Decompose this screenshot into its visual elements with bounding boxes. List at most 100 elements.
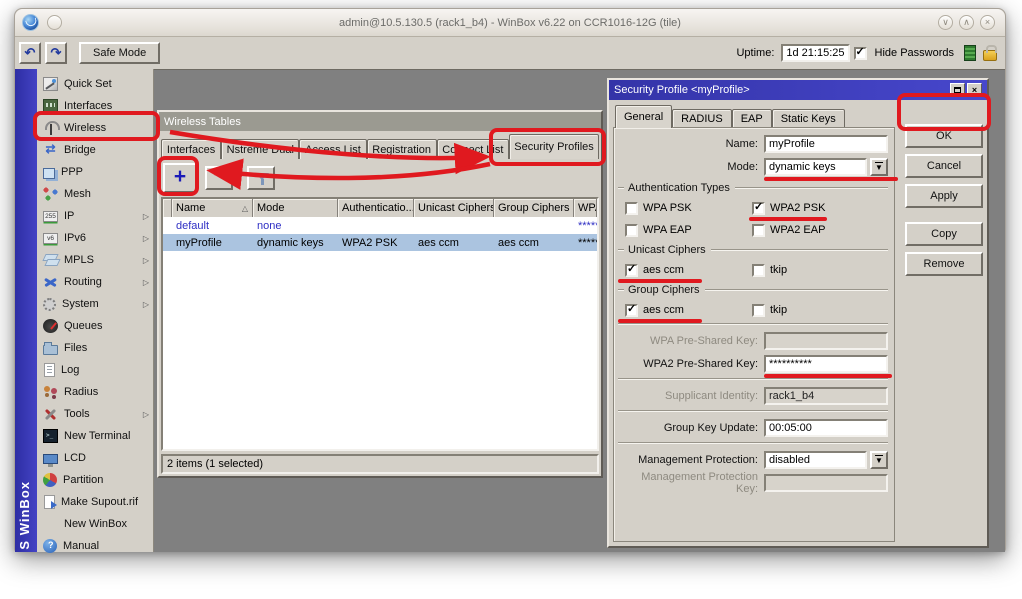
wpa2-psk-input[interactable]: ********** [764,355,888,373]
add-profile-button[interactable]: + [163,163,197,193]
column-header-authentication[interactable]: Authenticatio... [338,199,414,217]
sidebar-item-wireless[interactable]: Wireless [37,117,153,139]
wpa2-psk-field-row: WPA2 Pre-Shared Key: ********** [618,355,888,373]
table-row-myprofile[interactable]: myProfile dynamic keys WPA2 PSK aes ccm … [163,234,597,251]
dialog-close-button[interactable]: × [967,83,982,97]
column-header-wpa-psk[interactable]: WPA Pr [574,199,597,217]
wpa-psk-option[interactable]: WPA PSK [618,199,745,217]
mode-dropdown-button[interactable]: ▼ [870,158,888,176]
management-protection-dropdown-button[interactable]: ▼ [870,451,888,469]
remove-profile-button[interactable]: − [205,166,233,190]
sidebar-item-manual[interactable]: Manual [37,535,153,557]
mode-label: Mode: [618,161,764,173]
wpa-psk-field-row: WPA Pre-Shared Key: [618,332,888,350]
sidebar-item-make-supout[interactable]: Make Supout.rif [37,491,153,513]
column-header-mode[interactable]: Mode [253,199,338,217]
name-input[interactable]: myProfile [764,135,888,153]
remove-button[interactable]: Remove [905,252,983,276]
tab-static-keys[interactable]: Static Keys [772,109,845,128]
minimize-button[interactable]: ∨ [938,15,953,30]
safe-mode-button[interactable]: Safe Mode [79,42,160,64]
tab-general[interactable]: General [615,105,672,128]
column-header-unicast-ciphers[interactable]: Unicast Ciphers [414,199,494,217]
partition-pie-icon [43,473,57,487]
unicast-tkip-option[interactable]: tkip [745,261,872,279]
cancel-button[interactable]: Cancel [905,154,983,178]
sidebar-item-mesh[interactable]: Mesh [37,183,153,205]
dialog-title: Security Profile <myProfile> [614,84,750,96]
window-menu-button[interactable] [47,15,62,30]
minus-icon: − [214,166,224,183]
tab-registration[interactable]: Registration [367,139,437,159]
sidebar-item-new-terminal[interactable]: New Terminal [37,425,153,447]
files-folder-icon [43,345,58,355]
dialog-button-column: OK Cancel Apply Copy Remove [905,104,983,542]
tools-icon [43,407,58,421]
sidebar-item-queues[interactable]: Queues [37,315,153,337]
filter-button[interactable] [247,166,275,190]
sidebar-item-log[interactable]: Log [37,359,153,381]
sidebar-item-interfaces[interactable]: Interfaces [37,95,153,117]
wireless-tables-titlebar[interactable]: Wireless Tables [159,112,601,131]
table-header-row: Name△ Mode Authenticatio... Unicast Ciph… [163,199,597,217]
unicast-aes-ccm-option[interactable]: aes ccm [618,261,745,279]
group-aes-ccm-checkbox[interactable] [625,304,638,317]
sidebar-item-ipv6[interactable]: v6IPv6▷ [37,227,153,249]
maximize-button[interactable]: ∧ [959,15,974,30]
sidebar-item-tools[interactable]: Tools▷ [37,403,153,425]
tab-nstreme-dual[interactable]: Nstreme Dual [221,139,299,159]
window-titlebar[interactable]: admin@10.5.130.5 (rack1_b4) - WinBox v6.… [15,9,1005,37]
sidebar-item-bridge[interactable]: Bridge [37,139,153,161]
uptime-label: Uptime: [736,47,774,59]
sidebar-item-quick-set[interactable]: Quick Set [37,73,153,95]
dialog-maximize-button[interactable] [950,83,965,97]
wpa-psk-input [764,332,888,350]
dialog-titlebar[interactable]: Security Profile <myProfile> × [609,80,987,100]
column-header-group-ciphers[interactable]: Group Ciphers [494,199,574,217]
tab-connect-list[interactable]: Connect List [437,139,509,159]
group-aes-ccm-option[interactable]: aes ccm [618,301,745,319]
wpa2-eap-option[interactable]: WPA2 EAP [745,221,872,239]
apply-button[interactable]: Apply [905,184,983,208]
sidebar-item-partition[interactable]: Partition [37,469,153,491]
column-header-name[interactable]: Name△ [172,199,253,217]
tab-access-list[interactable]: Access List [299,139,366,159]
tab-security-profiles[interactable]: Security Profiles [509,134,599,159]
wpa2-psk-checkbox[interactable] [752,202,765,215]
mode-select[interactable]: dynamic keys [764,158,867,176]
sidebar-item-ip[interactable]: 255IP▷ [37,205,153,227]
sidebar-item-mpls[interactable]: MPLS▷ [37,249,153,271]
tab-interfaces[interactable]: Interfaces [161,139,221,159]
chevron-up-icon: ∧ [963,18,970,27]
wpa2-eap-checkbox[interactable] [752,224,765,237]
management-protection-select[interactable]: disabled [764,451,867,469]
table-row-default[interactable]: default none ****** [163,217,597,234]
unicast-aes-ccm-checkbox[interactable] [625,264,638,277]
sidebar-item-ppp[interactable]: PPP [37,161,153,183]
wpa2-psk-option[interactable]: WPA2 PSK [745,199,872,217]
ok-button[interactable]: OK [905,124,983,148]
tab-eap[interactable]: EAP [732,109,772,128]
undo-button[interactable]: ↶ [19,42,41,64]
wpa-psk-checkbox[interactable] [625,202,638,215]
group-tkip-option[interactable]: tkip [745,301,872,319]
group-tkip-checkbox[interactable] [752,304,765,317]
supplicant-identity-label: Supplicant Identity: [618,390,764,402]
close-button[interactable]: × [980,15,995,30]
sidebar-item-files[interactable]: Files [37,337,153,359]
unicast-tkip-checkbox[interactable] [752,264,765,277]
redo-button[interactable]: ↷ [45,42,67,64]
copy-button[interactable]: Copy [905,222,983,246]
sidebar-item-routing[interactable]: Routing▷ [37,271,153,293]
sidebar-item-new-winbox[interactable]: New WinBox [37,513,153,535]
sidebar-item-lcd[interactable]: LCD [37,447,153,469]
wpa-eap-option[interactable]: WPA EAP [618,221,745,239]
management-protection-key-input [764,474,888,492]
status-bar: 2 items (1 selected) [161,454,599,474]
hide-passwords-checkbox[interactable] [854,47,867,60]
sidebar-item-system[interactable]: System▷ [37,293,153,315]
group-key-update-input[interactable]: 00:05:00 [764,419,888,437]
tab-radius[interactable]: RADIUS [672,109,732,128]
wpa-eap-checkbox[interactable] [625,224,638,237]
sidebar-item-radius[interactable]: Radius [37,381,153,403]
